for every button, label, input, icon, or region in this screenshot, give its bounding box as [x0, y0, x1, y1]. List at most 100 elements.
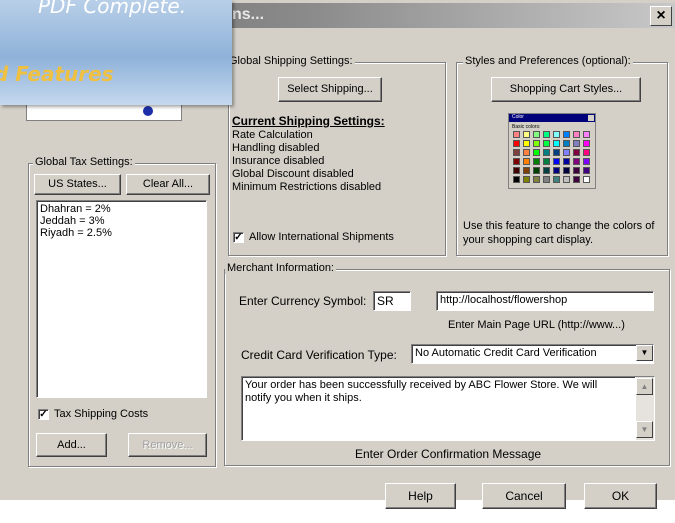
palette-swatch: [543, 158, 550, 165]
styles-legend: Styles and Preferences (optional):: [463, 55, 633, 67]
palette-swatch: [523, 167, 530, 174]
palette-swatch: [543, 131, 550, 138]
help-button[interactable]: Help: [385, 483, 456, 509]
tax-entry[interactable]: Jeddah = 3%: [40, 215, 203, 227]
palette-swatch: [533, 131, 540, 138]
palette-title: Color: [512, 114, 524, 120]
shipping-setting-item: Insurance disabled: [232, 155, 325, 167]
url-caption: Enter Main Page URL (http://www...): [448, 319, 625, 331]
palette-swatch: [533, 167, 540, 174]
color-palette-image: Color Basic colors:: [508, 113, 596, 189]
palette-swatch: [523, 176, 530, 183]
tax-entry[interactable]: Dhahran = 2%: [40, 203, 203, 215]
remove-button[interactable]: Remove...: [128, 433, 207, 457]
palette-swatch: [583, 158, 590, 165]
palette-swatch: [583, 140, 590, 147]
palette-swatch: [563, 158, 570, 165]
palette-swatch: [513, 167, 520, 174]
clear-all-button[interactable]: Clear All...: [126, 174, 210, 195]
cc-verification-value: No Automatic Credit Card Verification: [415, 347, 597, 359]
shipping-settings-list: Rate Calculation Handling disabled Insuran…: [232, 129, 381, 194]
palette-swatch: [513, 131, 520, 138]
palette-swatch: [553, 140, 560, 147]
palette-swatch: [553, 176, 560, 183]
banner-line-2: d Features: [0, 62, 114, 86]
palette-swatch: [523, 131, 530, 138]
merchant-legend: Merchant Information:: [225, 262, 336, 274]
logo-dot-icon: [143, 106, 153, 116]
palette-swatch: [563, 131, 570, 138]
palette-close-icon: [588, 115, 594, 121]
palette-swatch: [523, 140, 530, 147]
order-confirmation-message[interactable]: Your order has been successfully receive…: [241, 376, 655, 441]
palette-swatch: [513, 176, 520, 183]
palette-swatch: [543, 167, 550, 174]
palette-swatch: [583, 149, 590, 156]
palette-swatch: [513, 158, 520, 165]
palette-swatch: [543, 176, 550, 183]
palette-swatch: [523, 158, 530, 165]
palette-swatch: [573, 167, 580, 174]
palette-swatch: [543, 149, 550, 156]
palette-swatch: [573, 149, 580, 156]
palette-swatch: [573, 158, 580, 165]
currency-input[interactable]: SR: [373, 291, 411, 311]
palette-subtitle: Basic colors:: [512, 124, 541, 130]
tax-entry[interactable]: Riyadh = 2.5%: [40, 227, 203, 239]
palette-title-bar: Color: [509, 114, 595, 122]
palette-swatch: [583, 131, 590, 138]
palette-swatch: [513, 149, 520, 156]
shipping-setting-item: Minimum Restrictions disabled: [232, 181, 382, 193]
select-shipping-button[interactable]: Select Shipping...: [278, 77, 382, 102]
order-message-caption: Enter Order Confirmation Message: [355, 447, 542, 461]
us-states-button[interactable]: US States...: [34, 174, 121, 195]
palette-swatch: [553, 167, 560, 174]
chevron-down-icon[interactable]: ▼: [636, 345, 653, 361]
palette-swatch: [533, 140, 540, 147]
allow-international-label[interactable]: Allow International Shipments: [249, 231, 394, 243]
global-tax-legend: Global Tax Settings:: [33, 156, 135, 168]
ok-button[interactable]: OK: [584, 483, 657, 509]
window-title: ns...: [232, 6, 265, 23]
palette-swatch: [513, 140, 520, 147]
palette-swatch: [553, 158, 560, 165]
palette-swatch: [533, 149, 540, 156]
shopping-cart-styles-button[interactable]: Shopping Cart Styles...: [491, 77, 641, 102]
banner-line-1: PDF Complete.: [38, 0, 187, 18]
global-shipping-legend: Global Shipping Settings:: [227, 55, 355, 67]
cancel-button[interactable]: Cancel: [482, 483, 566, 509]
palette-swatch: [573, 176, 580, 183]
scroll-down-icon[interactable]: ▼: [636, 421, 653, 438]
cc-verification-select[interactable]: No Automatic Credit Card Verification ▼: [411, 344, 654, 364]
palette-swatch: [563, 149, 570, 156]
close-button[interactable]: ×: [650, 6, 672, 26]
main-page-url-input[interactable]: http://localhost/flowershop: [436, 291, 654, 311]
palette-swatch: [533, 158, 540, 165]
palette-swatch: [533, 176, 540, 183]
message-scrollbar[interactable]: ▲ ▼: [635, 377, 654, 440]
palette-swatch: [563, 167, 570, 174]
shipping-setting-item: Global Discount disabled: [232, 168, 354, 180]
palette-swatch: [583, 176, 590, 183]
currency-label: Enter Currency Symbol:: [239, 294, 367, 308]
scroll-up-icon[interactable]: ▲: [636, 378, 653, 395]
tax-shipping-label[interactable]: Tax Shipping Costs: [54, 408, 148, 420]
palette-swatch: [543, 140, 550, 147]
promo-banner: PDF Complete. d Features: [0, 0, 232, 105]
palette-swatch: [573, 140, 580, 147]
shipping-setting-item: Handling disabled: [232, 142, 320, 154]
shipping-setting-item: Rate Calculation: [232, 129, 313, 141]
order-confirmation-text: Your order has been successfully receive…: [245, 379, 598, 404]
current-shipping-heading: Current Shipping Settings:: [232, 114, 385, 128]
tax-shipping-checkbox[interactable]: ✓: [38, 409, 49, 420]
palette-swatch: [573, 131, 580, 138]
palette-swatch: [553, 131, 560, 138]
styles-description: Use this feature to change the colors of…: [463, 220, 655, 246]
tax-list[interactable]: Dhahran = 2% Jeddah = 3% Riyadh = 2.5%: [36, 200, 207, 398]
add-button[interactable]: Add...: [36, 433, 107, 457]
palette-swatch: [583, 167, 590, 174]
palette-swatch: [553, 149, 560, 156]
allow-international-checkbox[interactable]: ✓: [233, 232, 244, 243]
palette-swatch: [523, 149, 530, 156]
palette-swatch: [563, 140, 570, 147]
